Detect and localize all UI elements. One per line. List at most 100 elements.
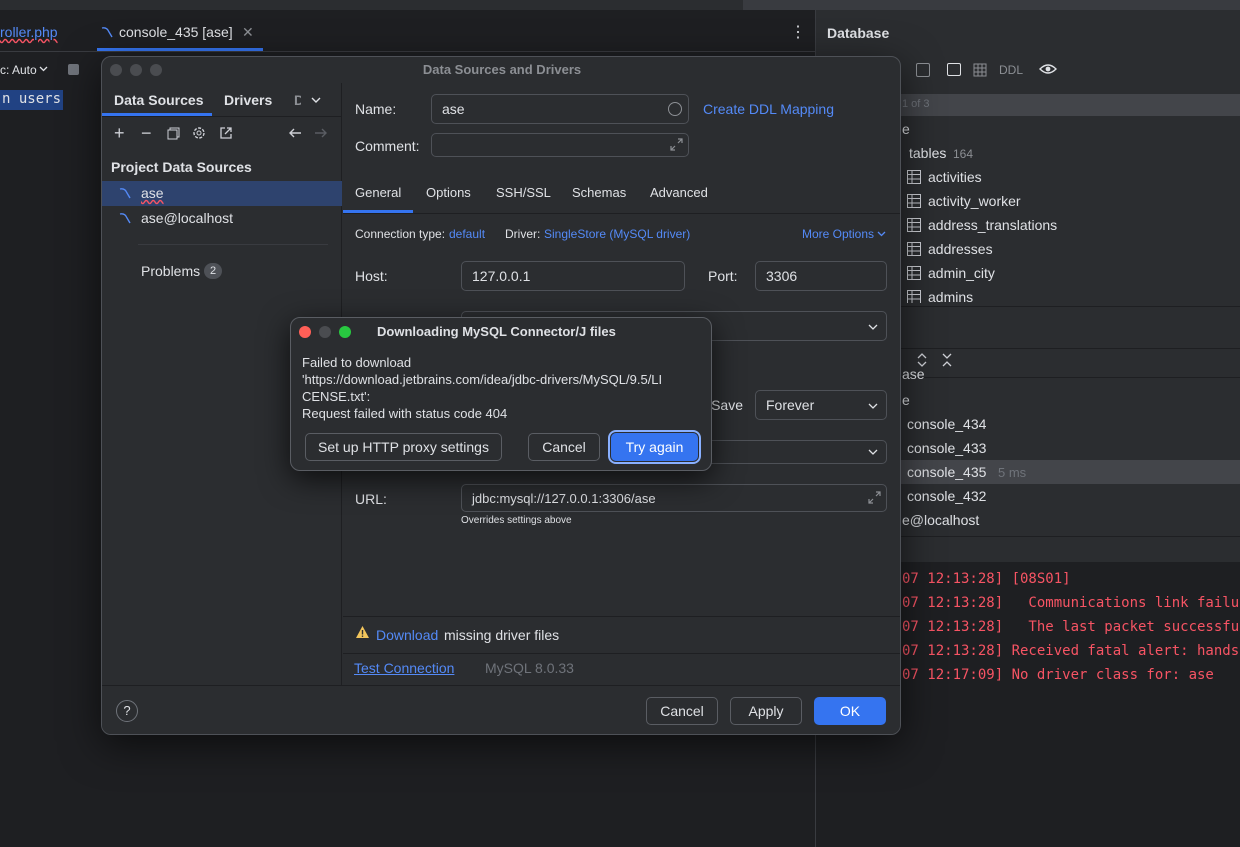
connection-type-link[interactable]: default — [449, 227, 485, 241]
comment-field[interactable] — [431, 133, 689, 157]
table-icon — [907, 266, 921, 280]
modal-cancel-button[interactable]: Cancel — [528, 433, 600, 461]
driver-label: Driver: — [505, 227, 541, 241]
divider — [343, 616, 900, 617]
data-source-label: ase@localhost — [141, 210, 234, 226]
color-circle-icon[interactable] — [668, 102, 682, 116]
mysql-icon — [100, 25, 114, 39]
chevron-down-icon[interactable] — [311, 95, 321, 105]
data-source-item-selected[interactable]: ase — [102, 181, 342, 206]
editor-tab-prev[interactable]: roller.php — [0, 24, 58, 40]
grid-icon[interactable] — [973, 63, 987, 77]
tab-options[interactable]: Options — [426, 185, 471, 200]
table-icon — [907, 194, 921, 208]
table-icon — [907, 290, 921, 303]
save-label: Save: — [708, 397, 743, 413]
mysql-version: MySQL 8.0.33 — [485, 660, 574, 676]
chevron-down-icon — [868, 322, 878, 332]
table-icon — [907, 170, 921, 184]
code-line[interactable]: n users — [0, 90, 64, 110]
http-proxy-button[interactable]: Set up HTTP proxy settings — [305, 433, 502, 461]
table-view-icon[interactable] — [947, 63, 961, 76]
editor-tab-active[interactable]: console_435 [ase] — [119, 24, 233, 40]
tx-mode-select[interactable]: c: Auto — [0, 63, 37, 77]
chevron-down-icon — [39, 64, 48, 73]
expand-field-icon[interactable] — [868, 491, 881, 504]
expand-field-icon[interactable] — [670, 138, 683, 151]
host-label: Host: — [355, 268, 388, 284]
connection-type-label: Connection type: — [355, 227, 446, 241]
help-icon[interactable]: ? — [116, 700, 138, 722]
collapse-icon[interactable] — [941, 353, 953, 367]
tables-count: 164 — [953, 147, 974, 161]
editor-toolbar: c: Auto — [0, 52, 100, 88]
modal-message: CENSE.txt': — [302, 389, 371, 404]
name-label: Name: — [355, 101, 397, 117]
section-title: Project Data Sources — [111, 159, 252, 175]
close-icon[interactable]: ✕ — [242, 24, 254, 41]
warning-icon — [355, 625, 370, 639]
console-time: 5 ms — [998, 465, 1027, 480]
chevron-down-icon — [877, 229, 886, 238]
tab-drivers[interactable]: Drivers — [224, 92, 272, 108]
remove-icon[interactable]: − — [141, 123, 152, 144]
external-link-icon[interactable] — [219, 126, 233, 140]
db-toolbar: DDL — [901, 62, 1201, 80]
cancel-button[interactable]: Cancel — [646, 697, 718, 725]
driver-link[interactable]: SingleStore (MySQL driver) — [544, 227, 690, 241]
title-bar — [0, 0, 1240, 10]
tables-label: tables — [909, 145, 947, 161]
mysql-icon — [118, 211, 132, 225]
problems-count-badge: 2 — [204, 263, 222, 279]
maximize-window-icon[interactable] — [339, 326, 351, 338]
dialog-title: Data Sources and Drivers — [422, 62, 582, 77]
chevron-down-icon — [868, 447, 878, 457]
close-window-icon[interactable] — [299, 326, 311, 338]
more-options-link[interactable]: More Options — [802, 227, 874, 241]
more-vertical-icon[interactable]: ⋮ — [790, 22, 806, 42]
modal-message: Request failed with status code 404 — [302, 406, 508, 421]
create-ddl-mapping-link[interactable]: Create DDL Mapping — [703, 101, 834, 117]
comment-label: Comment: — [355, 138, 420, 154]
download-driver-link[interactable]: Download — [376, 627, 438, 643]
expand-icon[interactable] — [916, 353, 928, 367]
test-connection-link[interactable]: Test Connection — [354, 660, 454, 676]
editor-tab-bar: roller.php console_435 [ase] ✕ ⋮ — [0, 10, 815, 52]
divider — [138, 244, 328, 245]
tab-advanced[interactable]: Advanced — [650, 185, 708, 200]
data-source-label: ase — [141, 185, 164, 201]
minimize-window-icon[interactable] — [319, 326, 331, 338]
gear-icon[interactable] — [192, 126, 206, 140]
host-field[interactable]: 127.0.0.1 — [461, 261, 685, 291]
port-label: Port: — [708, 268, 738, 284]
add-console-icon[interactable] — [916, 63, 930, 77]
forward-arrow-icon[interactable] — [314, 126, 328, 140]
tab-ssh-ssl[interactable]: SSH/SSL — [496, 185, 551, 200]
tab-data-sources[interactable]: Data Sources — [114, 92, 203, 108]
tab-schemas[interactable]: Schemas — [572, 185, 626, 200]
apply-button[interactable]: Apply — [730, 697, 802, 725]
modal-message: 'https://download.jetbrains.com/idea/jdb… — [302, 372, 663, 387]
download-error-modal: Downloading MySQL Connector/J files Fail… — [290, 317, 712, 471]
add-icon[interactable]: + — [114, 123, 125, 144]
eye-icon[interactable] — [1039, 62, 1057, 76]
ddl-button[interactable]: DDL — [999, 63, 1023, 77]
back-arrow-icon[interactable] — [288, 126, 302, 140]
ok-button[interactable]: OK — [814, 697, 886, 725]
problems-item[interactable]: Problems 2 — [102, 259, 342, 284]
save-select[interactable]: Forever — [755, 390, 887, 420]
url-note: Overrides settings above — [461, 515, 572, 526]
name-field[interactable]: ase — [431, 94, 689, 124]
log-line: 07 12:17:09] No driver class for: ase — [902, 667, 1214, 683]
stop-icon[interactable] — [68, 64, 79, 75]
data-source-item[interactable]: ase@localhost — [102, 206, 342, 231]
table-icon — [907, 242, 921, 256]
port-field[interactable]: 3306 — [755, 261, 887, 291]
log-line: 07 12:13:28] Communications link failu — [902, 595, 1240, 611]
divider — [102, 116, 342, 117]
tab-general[interactable]: General — [355, 185, 401, 200]
url-field[interactable]: jdbc:mysql://127.0.0.1:3306/ase — [461, 484, 887, 512]
try-again-button[interactable]: Try again — [608, 430, 701, 464]
copy-icon[interactable] — [167, 127, 180, 140]
tab-overflow[interactable]: D — [294, 92, 301, 108]
